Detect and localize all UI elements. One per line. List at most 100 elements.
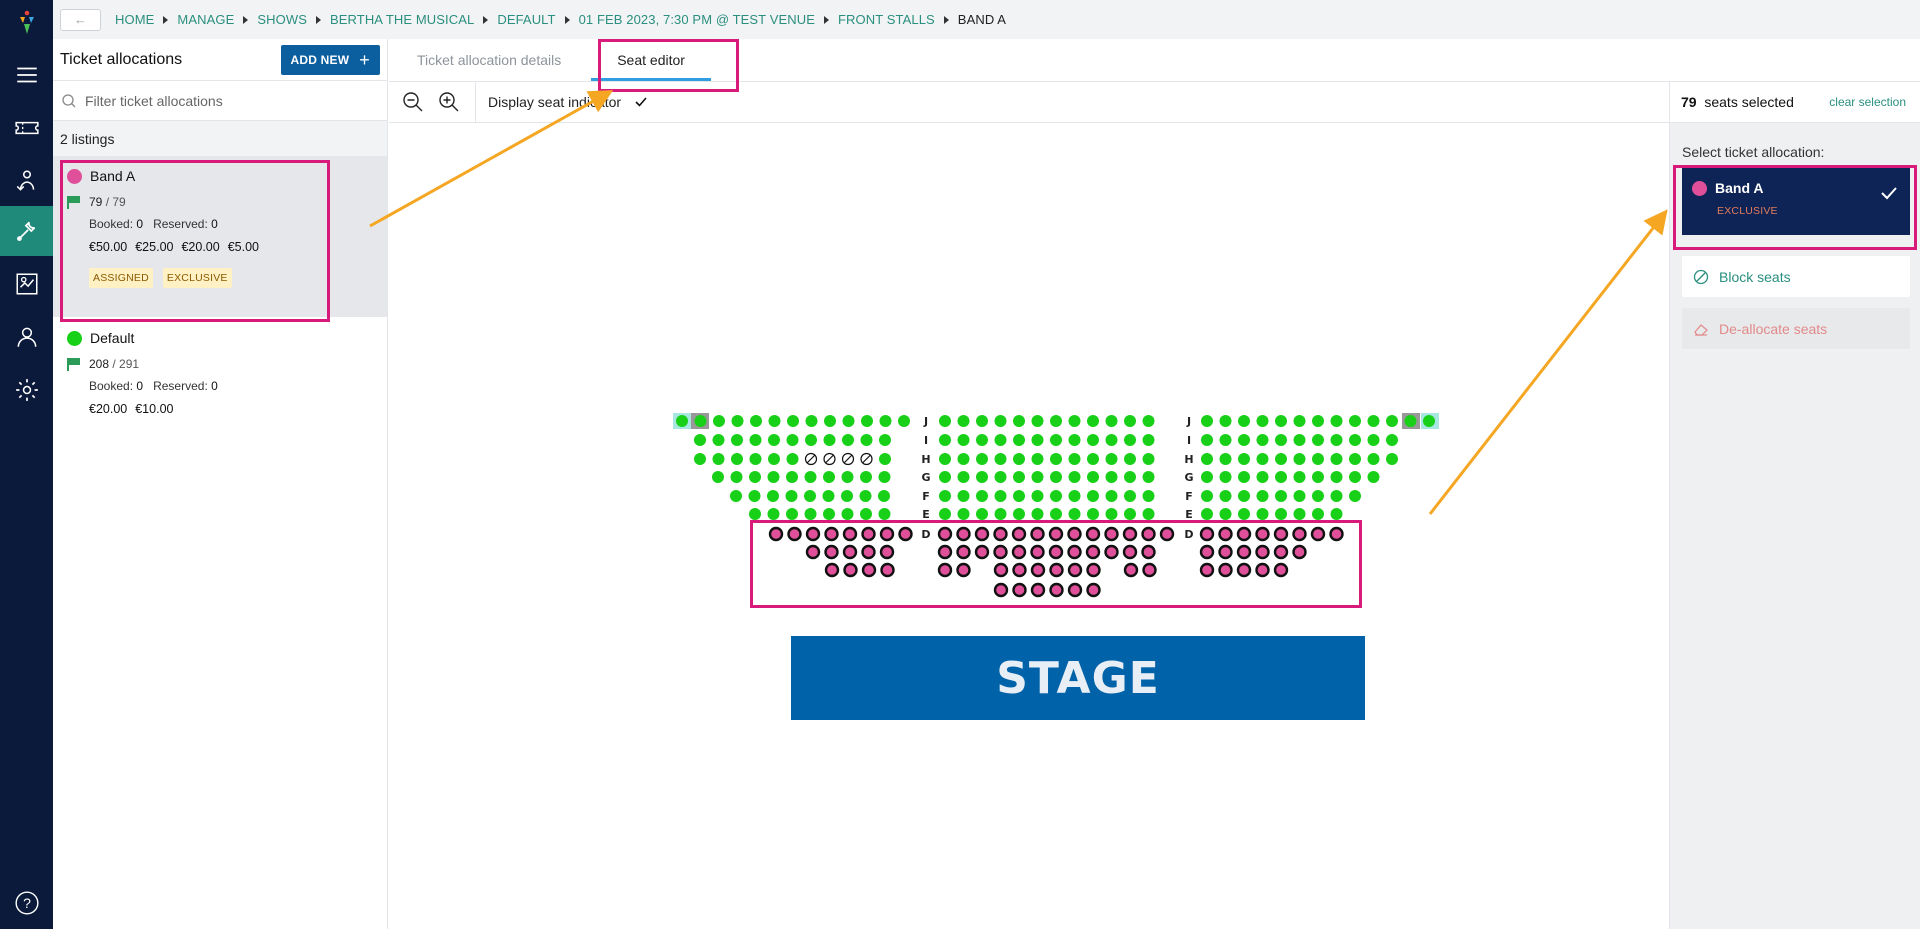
seat-available[interactable] xyxy=(1238,508,1250,520)
seat-available[interactable] xyxy=(1105,453,1118,465)
seat-available[interactable] xyxy=(1087,415,1099,427)
seat-available[interactable] xyxy=(878,471,891,483)
seat-available[interactable] xyxy=(1256,434,1269,446)
back-button[interactable]: ← xyxy=(60,8,101,31)
seat-available[interactable] xyxy=(712,453,725,465)
seat-available[interactable] xyxy=(841,508,854,520)
help-icon[interactable]: ? xyxy=(0,878,53,928)
seat-available[interactable] xyxy=(1105,415,1118,427)
seat-available[interactable] xyxy=(804,508,817,520)
seat-available[interactable] xyxy=(1219,490,1232,502)
seat-available[interactable] xyxy=(749,434,762,446)
seat-available[interactable] xyxy=(1349,471,1361,483)
seat-available[interactable] xyxy=(1330,415,1343,427)
seat-available[interactable] xyxy=(1238,415,1250,427)
seat-available[interactable] xyxy=(1105,434,1118,446)
seat-available[interactable] xyxy=(1105,508,1118,520)
seat-available[interactable] xyxy=(841,490,853,502)
seat-available[interactable] xyxy=(1105,471,1118,483)
seat-available[interactable] xyxy=(1367,434,1380,446)
seat-available[interactable] xyxy=(1142,471,1155,483)
seat-available[interactable] xyxy=(1050,490,1062,502)
menu-icon[interactable] xyxy=(0,50,53,100)
seat-available[interactable] xyxy=(1219,434,1232,446)
breadcrumb-home[interactable]: HOME xyxy=(115,12,154,27)
seat-available[interactable] xyxy=(1238,471,1250,483)
seat-available[interactable] xyxy=(1293,490,1306,502)
seat-available[interactable] xyxy=(1293,434,1306,446)
seat-available[interactable] xyxy=(1050,471,1062,483)
seat-available[interactable] xyxy=(785,490,798,502)
seat-available[interactable] xyxy=(1124,434,1136,446)
seat-available[interactable] xyxy=(1142,434,1155,446)
seat-available[interactable] xyxy=(1087,471,1099,483)
seat-available[interactable] xyxy=(1068,434,1081,446)
seat-available[interactable] xyxy=(1293,453,1306,465)
seat-available[interactable] xyxy=(939,453,951,465)
seat-available[interactable] xyxy=(1386,434,1398,446)
seat-available[interactable] xyxy=(1124,415,1136,427)
seat-available[interactable] xyxy=(730,490,742,502)
seat-available[interactable] xyxy=(1087,453,1099,465)
seat-available[interactable] xyxy=(842,415,855,427)
seat-available[interactable] xyxy=(939,508,951,520)
breadcrumb-section[interactable]: FRONT STALLS xyxy=(838,12,935,27)
seat-available[interactable] xyxy=(1124,453,1136,465)
seat-available[interactable] xyxy=(1013,508,1025,520)
seat-available[interactable] xyxy=(1087,434,1099,446)
seat-available[interactable] xyxy=(1275,508,1287,520)
breadcrumb-performance[interactable]: 01 FEB 2023, 7:30 PM @ TEST VENUE xyxy=(579,12,815,27)
seat-available[interactable] xyxy=(957,415,970,427)
seat-available[interactable] xyxy=(976,471,988,483)
seat-available[interactable] xyxy=(1068,508,1081,520)
seat-available[interactable] xyxy=(749,453,762,465)
seat-available[interactable] xyxy=(1142,415,1155,427)
seat-available[interactable] xyxy=(879,434,891,446)
seat-available[interactable] xyxy=(1031,453,1044,465)
seat-available[interactable] xyxy=(957,434,970,446)
customers-icon[interactable] xyxy=(0,156,53,206)
seat-available[interactable] xyxy=(804,471,817,483)
seat-available[interactable] xyxy=(976,434,988,446)
seat-available[interactable] xyxy=(1293,508,1306,520)
seat-available[interactable] xyxy=(1312,490,1324,502)
seat-available[interactable] xyxy=(749,471,761,483)
seat-available[interactable] xyxy=(994,490,1007,502)
seat-available[interactable] xyxy=(805,415,818,427)
seat-available[interactable] xyxy=(767,471,780,483)
seat-available[interactable] xyxy=(1013,453,1025,465)
tools-icon[interactable] xyxy=(0,206,53,256)
seat-available[interactable] xyxy=(1219,508,1232,520)
seat-available[interactable] xyxy=(1031,471,1044,483)
seat-available[interactable] xyxy=(1124,508,1136,520)
seat-available[interactable] xyxy=(1293,415,1306,427)
seat-available[interactable] xyxy=(1105,490,1118,502)
seat-available[interactable] xyxy=(1201,415,1213,427)
reports-icon[interactable] xyxy=(0,259,53,309)
seat-available[interactable] xyxy=(1013,434,1025,446)
seat-available[interactable] xyxy=(957,490,970,502)
seat-available[interactable] xyxy=(878,490,890,502)
seat-available[interactable] xyxy=(1068,471,1081,483)
seat-available[interactable] xyxy=(1013,490,1025,502)
seat-available[interactable] xyxy=(939,471,951,483)
seat-available[interactable] xyxy=(1330,434,1343,446)
clear-selection-link[interactable]: clear selection xyxy=(1829,95,1906,109)
seat-available[interactable] xyxy=(1256,453,1269,465)
seat-available[interactable] xyxy=(957,453,970,465)
seat-available[interactable] xyxy=(1124,490,1136,502)
seat-available[interactable] xyxy=(898,415,910,427)
seat-available[interactable] xyxy=(1367,415,1380,427)
seat-available[interactable] xyxy=(749,508,761,520)
seat-available[interactable] xyxy=(1275,453,1287,465)
zoom-out-icon[interactable] xyxy=(401,90,425,114)
seat-available[interactable] xyxy=(1312,508,1324,520)
seat-available[interactable] xyxy=(841,471,854,483)
settings-icon[interactable] xyxy=(0,365,53,415)
seat-available[interactable] xyxy=(1293,471,1306,483)
seat-available[interactable] xyxy=(1256,490,1269,502)
seat-available[interactable] xyxy=(767,508,780,520)
seat-available[interactable] xyxy=(731,415,744,427)
seat-available[interactable] xyxy=(731,453,743,465)
seat-available[interactable] xyxy=(1219,415,1232,427)
